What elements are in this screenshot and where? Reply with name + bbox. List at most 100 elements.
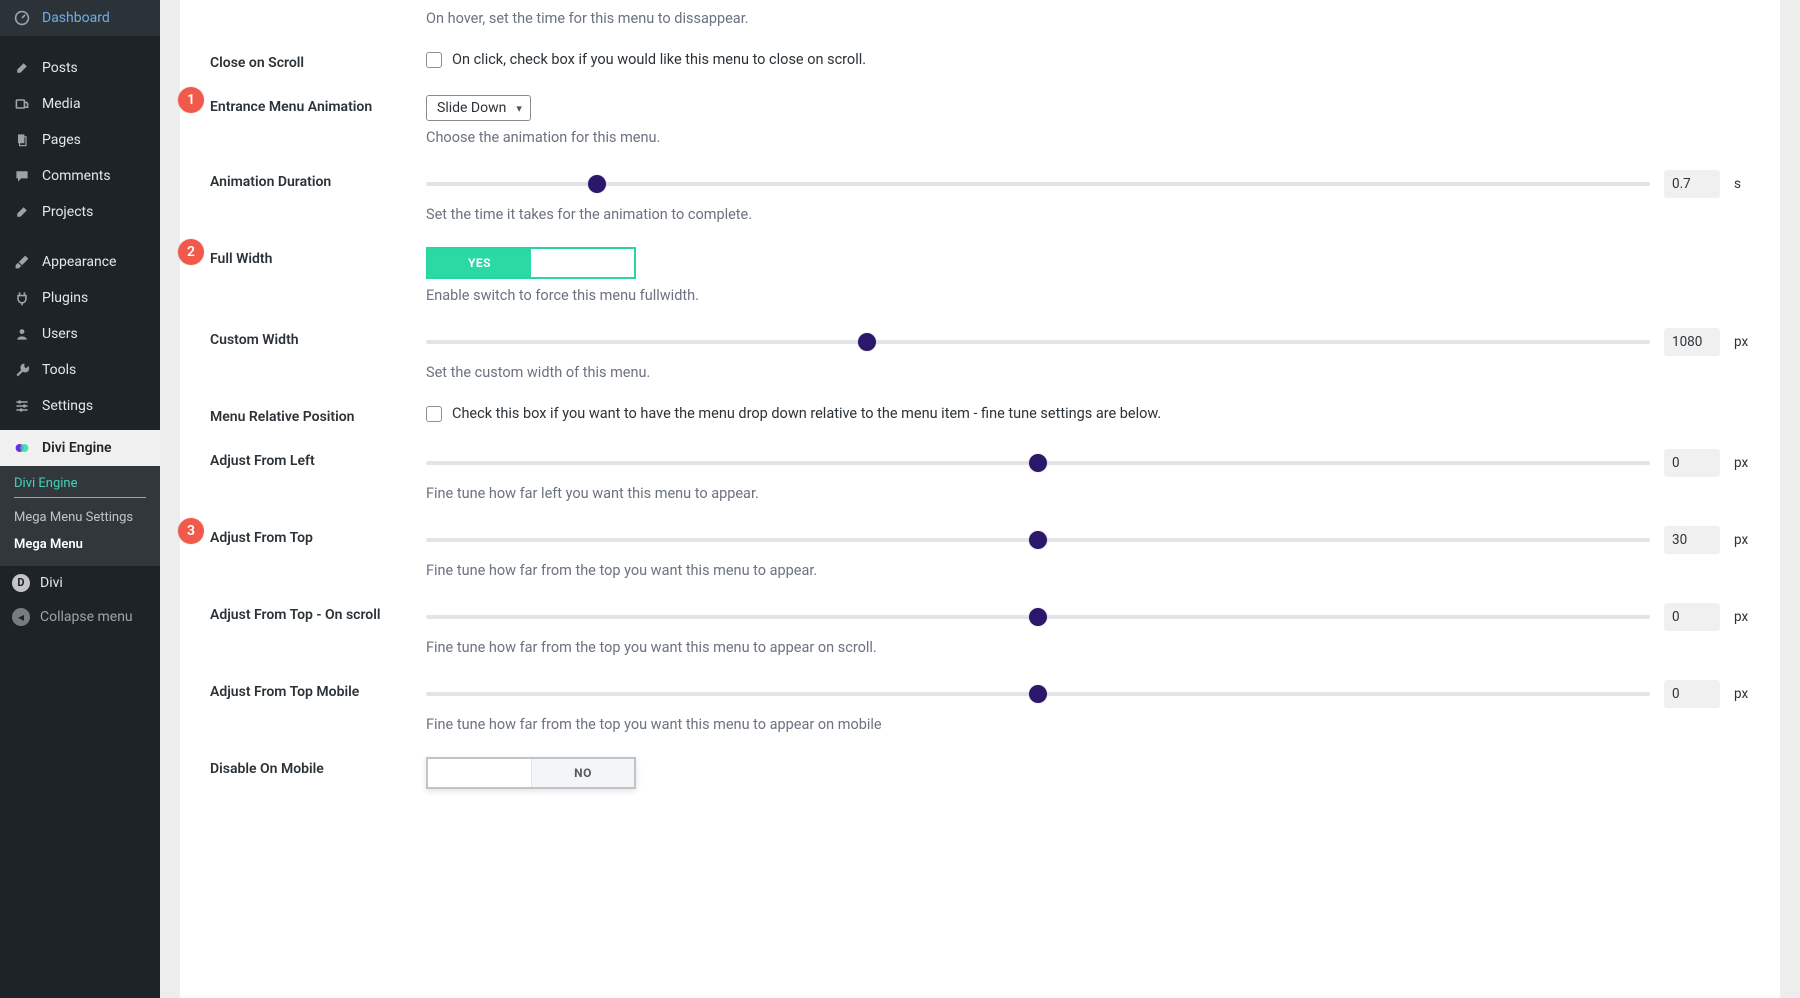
slider-thumb[interactable] [588,175,606,193]
custom-width-desc: Set the custom width of this menu. [426,364,1750,381]
badge-3: 3 [178,518,204,544]
row-close-on-scroll: Close on Scroll On click, check box if y… [210,31,1750,75]
settings-panel: On hover, set the time for this menu to … [180,0,1780,998]
user-icon [12,324,32,344]
adjust-left-unit: px [1734,455,1750,471]
adjust-top-scroll-label: Adjust From Top - On scroll [210,603,410,623]
sidebar-item-projects[interactable]: Projects [0,194,160,230]
sidebar-item-label: Appearance [42,253,116,271]
sidebar-item-label: Collapse menu [40,608,133,626]
sliders-icon [12,396,32,416]
slider-thumb[interactable] [1029,685,1047,703]
badge-1: 1 [178,87,204,113]
divi-engine-icon [12,438,32,458]
chevron-down-icon: ▾ [516,102,522,115]
full-width-label: Full Width [210,247,410,267]
animation-duration-label: Animation Duration [210,170,410,190]
row-relative-position: Menu Relative Position Check this box if… [210,385,1750,429]
pages-icon [12,130,32,150]
slider-thumb[interactable] [1029,454,1047,472]
pin-icon [12,58,32,78]
adjust-top-desc: Fine tune how far from the top you want … [426,562,1750,579]
close-on-scroll-label: Close on Scroll [210,51,410,71]
custom-width-unit: px [1734,334,1750,350]
adjust-top-label: Adjust From Top [210,526,410,546]
relative-position-label: Menu Relative Position [210,405,410,425]
sidebar-item-posts[interactable]: Posts [0,50,160,86]
sidebar-item-label: Plugins [42,289,88,307]
full-width-toggle[interactable]: YES [426,247,636,279]
close-on-scroll-text: On click, check box if you would like th… [452,51,866,68]
adjust-top-unit: px [1734,532,1750,548]
adjust-top-mobile-value[interactable]: 0 [1664,680,1720,708]
adjust-top-scroll-slider[interactable] [426,615,1650,619]
animation-duration-value[interactable]: 0.7 [1664,170,1720,198]
entrance-animation-desc: Choose the animation for this menu. [426,129,1750,146]
slider-thumb[interactable] [1029,531,1047,549]
sidebar-sub-mega-menu[interactable]: Mega Menu [0,531,160,558]
adjust-top-mobile-label: Adjust From Top Mobile [210,680,410,700]
animation-duration-slider[interactable] [426,182,1650,186]
sidebar-item-label: Divi [40,574,63,592]
wrench-icon [12,360,32,380]
sidebar-item-plugins[interactable]: Plugins [0,280,160,316]
dashboard-icon [12,8,32,28]
badge-2: 2 [178,239,204,265]
row-adjust-left: Adjust From Left 0 px Fine tune how far … [210,429,1750,506]
collapse-icon: ◂ [12,608,30,626]
relative-position-text: Check this box if you want to have the m… [452,405,1161,422]
sidebar-item-tools[interactable]: Tools [0,352,160,388]
sidebar-item-settings[interactable]: Settings [0,388,160,424]
sidebar-item-label: Dashboard [42,9,110,27]
close-on-scroll-checkbox[interactable] [426,52,442,68]
sidebar-item-divi-engine[interactable]: Divi Engine [0,430,160,466]
adjust-top-scroll-value[interactable]: 0 [1664,603,1720,631]
row-adjust-top-scroll: Adjust From Top - On scroll 0 px Fine tu… [210,583,1750,660]
sidebar-item-pages[interactable]: Pages [0,122,160,158]
comment-icon [12,166,32,186]
slider-thumb[interactable] [858,333,876,351]
sidebar-item-label: Tools [42,361,76,379]
adjust-top-slider[interactable] [426,538,1650,542]
disable-mobile-toggle[interactable]: NO [426,757,636,789]
adjust-left-desc: Fine tune how far left you want this men… [426,485,1750,502]
sidebar-sub-mega-menu-settings[interactable]: Mega Menu Settings [0,504,160,531]
disable-mobile-label: Disable On Mobile [210,757,410,777]
hover-disappear-desc: On hover, set the time for this menu to … [426,10,1750,27]
adjust-top-mobile-desc: Fine tune how far from the top you want … [426,716,1750,733]
sidebar-item-dashboard[interactable]: Dashboard [0,0,160,36]
adjust-top-scroll-unit: px [1734,609,1750,625]
adjust-top-value[interactable]: 30 [1664,526,1720,554]
media-icon [12,94,32,114]
adjust-top-mobile-slider[interactable] [426,692,1650,696]
adjust-left-value[interactable]: 0 [1664,449,1720,477]
entrance-animation-select[interactable]: Slide Down ▾ [426,95,531,121]
divi-icon: D [12,574,30,592]
toggle-knob [428,759,531,787]
row-hover-disappear: On hover, set the time for this menu to … [210,10,1750,31]
sidebar-item-comments[interactable]: Comments [0,158,160,194]
admin-sidebar: Dashboard Posts Media Pages Comments Pro… [0,0,160,998]
sidebar-item-appearance[interactable]: Appearance [0,244,160,280]
sidebar-item-label: Pages [42,131,81,149]
row-adjust-top: 3 Adjust From Top 30 px Fine tune how fa… [210,506,1750,583]
custom-width-label: Custom Width [210,328,410,348]
sidebar-collapse[interactable]: ◂ Collapse menu [0,600,160,634]
sidebar-sub-divi-engine[interactable]: Divi Engine [14,470,146,498]
slider-thumb[interactable] [1029,608,1047,626]
row-animation-duration: Animation Duration 0.7 s Set the time it… [210,150,1750,227]
row-custom-width: Custom Width 1080 px Set the custom widt… [210,308,1750,385]
adjust-top-scroll-desc: Fine tune how far from the top you want … [426,639,1750,656]
custom-width-value[interactable]: 1080 [1664,328,1720,356]
entrance-animation-label: Entrance Menu Animation [210,95,410,115]
custom-width-slider[interactable] [426,340,1650,344]
sidebar-item-divi[interactable]: D Divi [0,566,160,600]
sidebar-item-users[interactable]: Users [0,316,160,352]
adjust-left-slider[interactable] [426,461,1650,465]
sidebar-item-label: Projects [42,203,93,221]
entrance-animation-value: Slide Down [437,100,506,116]
page-content: On hover, set the time for this menu to … [160,0,1800,998]
sidebar-item-media[interactable]: Media [0,86,160,122]
row-entrance-animation: 1 Entrance Menu Animation Slide Down ▾ C… [210,75,1750,150]
relative-position-checkbox[interactable] [426,406,442,422]
